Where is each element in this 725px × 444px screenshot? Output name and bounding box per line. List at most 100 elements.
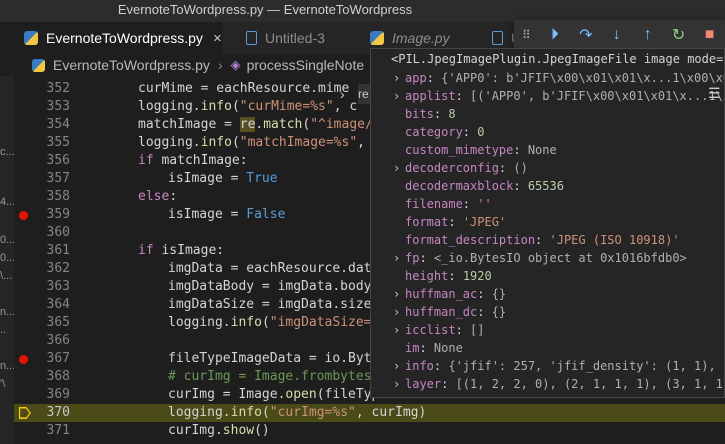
tab-label: Untitled-3 [265,30,325,46]
variable-row[interactable]: im: None [371,339,724,357]
tab-untitled-3[interactable]: Untitled-3 [222,22,346,54]
variable-row[interactable]: › app: {'APP0': b'JFIF\x00\x01\x01\x...1\… [371,69,724,87]
variable-value: 1920 [462,269,492,283]
separator: : [433,107,449,121]
variable-row[interactable]: decodermaxblock: 65536 [371,177,724,195]
line-number: 354 [46,117,70,132]
expand-chevron-icon[interactable]: › [393,159,400,177]
menu-icon[interactable]: ☰ [708,85,721,102]
side-panel-text: \... [0,270,13,282]
breadcrumb-file[interactable]: EvernoteToWordpress.py [53,57,210,73]
variable-value: 0 [477,125,485,139]
separator: : [535,233,550,247]
separator: : [433,359,449,373]
expand-chevron-icon[interactable]: › [393,87,400,105]
variable-name: app [405,71,427,85]
code-text: curMime = eachResource.mime [138,81,350,96]
expand-chevron-icon[interactable]: › [393,285,400,303]
variable-value: '' [477,197,492,211]
code-text: logging.info("imgDataSize=%s [168,315,388,330]
expand-chevron-icon[interactable]: › [393,375,400,393]
variable-value: {} [491,305,507,319]
variable-name: custom_mimetype [405,143,514,157]
separator: : [448,215,463,229]
line-number: 371 [46,423,70,438]
expand-chevron-icon[interactable]: › [393,69,400,87]
variable-name: category [405,125,463,139]
separator: : [498,161,514,175]
step-out-icon[interactable]: ↑ [632,26,663,44]
variable-name: decoderconfig [405,161,499,175]
side-panel-text: .. [0,324,7,336]
variable-value: {'APP0': b'JFIF\x00\x01\x01\x...1\x00\x0 [441,71,724,85]
breadcrumb-symbol[interactable]: processSingleNote [247,57,365,73]
code-text: isImage = True [168,171,278,186]
separator: : [462,197,478,211]
line-number: 366 [46,333,70,348]
code-line[interactable]: 371 curImg.show() [14,422,725,440]
code-text: else: [138,189,178,204]
tab-evernotetowordpress[interactable]: EvernoteToWordpress.py × [0,22,222,54]
drag-handle-icon[interactable]: ⠿ [522,28,539,42]
variable-row[interactable]: format: 'JPEG' [371,213,724,231]
line-number: 365 [46,315,70,330]
variable-row[interactable]: › layer: [(1, 2, 2, 0), (2, 1, 1, 1), (3,… [371,375,724,393]
variable-row[interactable]: › icclist: [] [371,321,724,339]
code-line[interactable]: 370 logging.info("curImg=%s", curImg) [14,404,725,422]
separator: : [513,179,528,193]
separator: : [477,305,492,319]
line-number: 370 [46,405,70,420]
separator: : [462,125,478,139]
side-panel-text: 4... [0,196,14,208]
variable-row[interactable]: › huffman_ac: {} [371,285,724,303]
side-panel-text: c... [0,146,14,158]
close-icon[interactable]: × [213,30,222,47]
variable-row[interactable]: format_description: 'JPEG (ISO 10918)' [371,231,724,249]
variable-name: info [405,359,434,373]
variable-row[interactable]: › fp: <_io.BytesIO object at 0x1016bfdb0> [371,249,724,267]
side-panel-text: n... [0,360,14,372]
variable-row[interactable]: bits: 8 [371,105,724,123]
variable-value: [('APP0', b'JFIF\x00\x01\x01\x...1\x [470,89,724,103]
variable-name: format [405,215,449,229]
variable-value: 65536 [527,179,564,193]
expand-chevron-icon[interactable]: › [393,357,400,375]
variable-row[interactable]: › huffman_dc: {} [371,303,724,321]
chevron-right-icon[interactable]: › [340,86,358,104]
method-icon: ◈ [230,57,241,72]
variable-row[interactable]: height: 1920 [371,267,724,285]
variable-row[interactable]: › applist: [('APP0', b'JFIF\x00\x01\x01\x… [371,87,724,105]
variable-row[interactable]: › info: {'jfif': 257, 'jfif_density': (1,… [371,357,724,375]
line-number: 352 [46,81,70,96]
step-over-icon[interactable]: ↷ [570,25,601,45]
continue-icon[interactable]: ⏵ [539,26,570,44]
separator: : [455,323,471,337]
stop-icon[interactable]: ■ [694,26,725,44]
variable-value: None [527,143,557,157]
variable-value: () [513,161,528,175]
expand-chevron-icon[interactable]: › [393,249,400,267]
step-into-icon[interactable]: ↓ [601,26,632,44]
variable-value: 8 [448,107,456,121]
restart-icon[interactable]: ↻ [663,25,694,45]
breakpoint-icon[interactable] [19,355,28,364]
variable-row[interactable]: filename: '' [371,195,724,213]
expand-chevron-icon[interactable]: › [393,321,400,339]
debug-toolbar: ⠿ ⏵ ↷ ↓ ↑ ↻ ■ [514,20,725,50]
line-number: 353 [46,99,70,114]
side-panel-edge: c... 4... 0... 0... \... n... .. n... '\ [0,76,14,444]
debug-hover-widget[interactable]: <PIL.JpegImagePlugin.JpegImageFile image… [370,48,725,398]
variable-row[interactable]: › decoderconfig: () [371,159,724,177]
code-text: logging.info("curImg=%s", curImg) [168,405,427,420]
variable-row[interactable]: category: 0 [371,123,724,141]
side-panel-text: 0... [0,234,14,246]
variable-value: 'JPEG' [462,215,507,229]
expand-chevron-icon[interactable]: › [393,303,400,321]
line-number: 356 [46,153,70,168]
variable-row[interactable]: custom_mimetype: None [371,141,724,159]
breakpoint-icon[interactable] [19,211,28,220]
variable-name: filename [405,197,463,211]
separator: : [426,71,442,85]
variable-name: icclist [405,323,456,337]
file-icon [246,31,257,45]
